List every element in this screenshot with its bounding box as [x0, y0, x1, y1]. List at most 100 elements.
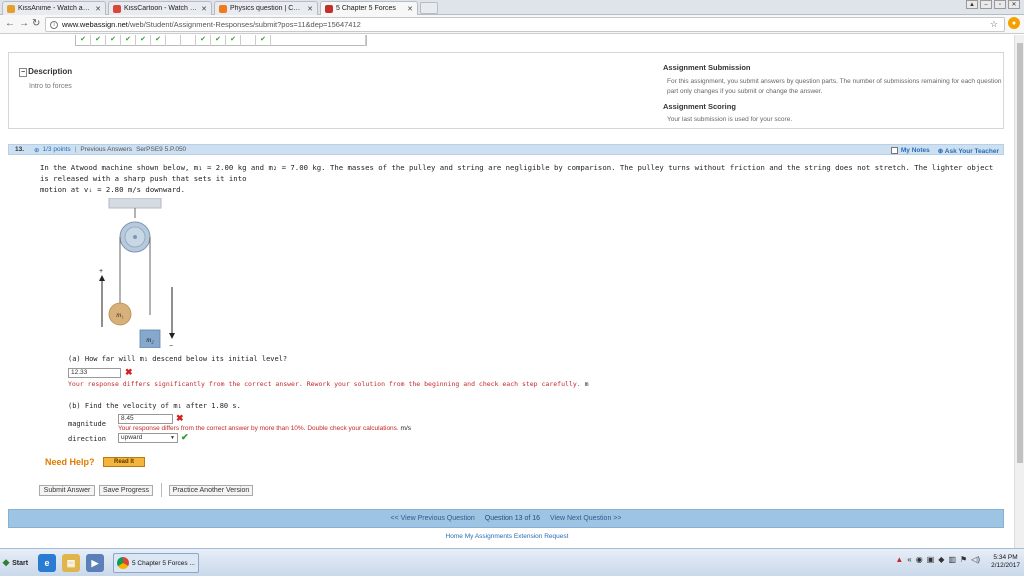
- media-player-icon[interactable]: ▶: [86, 554, 104, 572]
- chrome-tray-icon[interactable]: ◉: [916, 555, 923, 564]
- collapse-icon[interactable]: −: [19, 68, 28, 77]
- footer-links[interactable]: Home My Assignments Extension Request: [0, 533, 1014, 540]
- status-cell[interactable]: [181, 35, 196, 46]
- maximize-icon[interactable]: ▫: [994, 0, 1006, 9]
- start-button[interactable]: ❖ Start: [2, 555, 28, 571]
- practice-another-version-button[interactable]: Practice Another Version: [169, 485, 253, 496]
- part-b-feedback: Your response differs from the correct a…: [118, 425, 411, 432]
- direction-select[interactable]: upward ▼: [118, 433, 178, 443]
- check-icon[interactable]: ✔: [106, 35, 121, 46]
- incorrect-icon: ✖: [176, 413, 184, 423]
- correct-check-icon: ✔: [181, 432, 189, 442]
- browser-tab-bar: KissAnime - Watch anim ✕ KissCartoon - W…: [0, 0, 1024, 15]
- question-status-grid: ✔ ✔ ✔ ✔ ✔ ✔ ✔ ✔ ✔ ✔: [75, 35, 367, 46]
- question-position: Question 13 of 16: [484, 515, 541, 522]
- check-icon[interactable]: ✔: [256, 35, 271, 46]
- check-icon[interactable]: ✔: [226, 35, 241, 46]
- expand-icon[interactable]: ⊕: [34, 146, 39, 154]
- close-icon[interactable]: ✕: [95, 5, 101, 13]
- part-b-feedback-text: Your response differs from the correct a…: [118, 425, 399, 432]
- check-icon[interactable]: ✔: [151, 35, 166, 46]
- need-help-label: Need Help?: [45, 457, 95, 467]
- save-progress-button[interactable]: Save Progress: [99, 485, 153, 496]
- part-a-unit: m: [584, 380, 589, 388]
- chrome-icon: [117, 557, 129, 569]
- my-notes-button[interactable]: My Notes: [890, 146, 930, 154]
- magnitude-label: magnitude: [68, 420, 106, 428]
- part-a-prompt: (a) How far will m₁ descend below its in…: [68, 355, 288, 363]
- url-domain: www.webassign.net: [62, 20, 128, 29]
- adobe-icon[interactable]: ▲: [895, 555, 903, 564]
- problem-line-2: motion at vᵢ = 2.80 m/s downward.: [40, 185, 185, 194]
- reload-icon[interactable]: ↻: [32, 18, 40, 29]
- question-number: 13.: [15, 146, 25, 153]
- submit-answer-button[interactable]: Submit Answer: [39, 485, 95, 496]
- part-b-prompt: (b) Find the velocity of m₁ after 1.80 s…: [68, 402, 241, 410]
- scrollbar-thumb[interactable]: [1017, 43, 1023, 463]
- clock[interactable]: 5:34 PM 2/12/2017: [991, 554, 1020, 570]
- problem-text: In the Atwood machine shown below, m₁ = …: [40, 162, 1000, 195]
- previous-question-link[interactable]: << View Previous Question: [391, 515, 475, 522]
- internet-explorer-icon[interactable]: e: [38, 554, 56, 572]
- check-icon[interactable]: ✔: [76, 35, 91, 46]
- status-cell[interactable]: [166, 35, 181, 46]
- taskbar-chrome-window[interactable]: 5 Chapter 5 Forces ...: [113, 553, 199, 573]
- check-icon[interactable]: ✔: [91, 35, 106, 46]
- question-header: 13. ⊕ 1/3 points | Previous Answers SerP…: [8, 144, 1004, 155]
- check-icon[interactable]: ✔: [196, 35, 211, 46]
- app-tray-icon[interactable]: ▣: [927, 555, 935, 564]
- page-content: ✔ ✔ ✔ ✔ ✔ ✔ ✔ ✔ ✔ ✔ − Description Intro t…: [0, 35, 1014, 548]
- close-icon[interactable]: ✕: [307, 5, 313, 13]
- check-icon[interactable]: ✔: [121, 35, 136, 46]
- url-input[interactable]: i www.webassign.net/web/Student/Assignme…: [45, 17, 1005, 32]
- user-icon[interactable]: ▲: [966, 0, 978, 9]
- question-points[interactable]: 1/3 points: [43, 146, 71, 153]
- forward-arrow-icon[interactable]: →: [19, 18, 29, 29]
- previous-answers-link[interactable]: Previous Answers: [80, 146, 132, 153]
- back-arrow-icon[interactable]: ←: [5, 18, 15, 29]
- tab-chegg[interactable]: Physics question | Cheg ✕: [214, 1, 318, 15]
- status-cell[interactable]: [241, 35, 256, 46]
- part-b-magnitude-input[interactable]: 8.45: [118, 414, 173, 424]
- volume-icon[interactable]: ◁): [971, 555, 980, 564]
- minimize-icon[interactable]: –: [980, 0, 992, 9]
- chevron-icon[interactable]: «: [907, 555, 911, 564]
- close-icon[interactable]: ✕: [407, 5, 413, 13]
- shield-icon[interactable]: ◆: [938, 555, 944, 564]
- separator: |: [74, 146, 77, 153]
- part-a-answer-input[interactable]: 12.33: [68, 368, 121, 378]
- divider: [161, 483, 162, 497]
- new-tab-button[interactable]: [420, 2, 438, 14]
- tab-kisscartoon[interactable]: KissCartoon - Watch car ✕: [108, 1, 212, 15]
- extension-icon[interactable]: ●: [1008, 17, 1020, 29]
- read-it-button[interactable]: Read It: [103, 457, 145, 467]
- flag-icon[interactable]: ⚑: [960, 555, 967, 564]
- checkbox-icon[interactable]: [890, 146, 898, 154]
- tab-kissanime[interactable]: KissAnime - Watch anim ✕: [2, 1, 106, 15]
- next-question-link[interactable]: View Next Question >>: [550, 515, 621, 522]
- info-icon[interactable]: i: [50, 20, 58, 29]
- page-scrollbar[interactable]: [1014, 35, 1024, 548]
- ask-teacher-button[interactable]: ⊕ Ask Your Teacher: [938, 147, 999, 155]
- description-text: Intro to forces: [29, 83, 72, 90]
- description-heading[interactable]: − Description: [19, 67, 72, 77]
- check-icon[interactable]: ✔: [136, 35, 151, 46]
- network-icon[interactable]: ▥: [948, 555, 956, 564]
- bookmark-star-icon[interactable]: ☆: [990, 19, 998, 30]
- clock-time: 5:34 PM: [993, 554, 1018, 561]
- close-icon[interactable]: ✕: [201, 5, 207, 13]
- address-bar: ← → ↻ i www.webassign.net/web/Student/As…: [0, 15, 1024, 34]
- submission-text: For this assignment, you submit answers …: [667, 78, 1002, 95]
- taskbar: ❖ Start e ▤ ▶ 5 Chapter 5 Forces ... ▲ «…: [0, 548, 1024, 576]
- tab-title: KissAnime - Watch anim: [18, 5, 93, 12]
- chevron-down-icon: ▼: [170, 435, 175, 441]
- up-arrow-head: [99, 275, 105, 281]
- tab-webassign[interactable]: 5 Chapter 5 Forces ✕: [320, 1, 418, 15]
- minus-label: −: [169, 343, 173, 350]
- chegg-icon: [219, 4, 227, 13]
- tab-title: Physics question | Cheg: [230, 5, 305, 12]
- file-explorer-icon[interactable]: ▤: [62, 554, 80, 572]
- check-icon[interactable]: ✔: [211, 35, 226, 46]
- close-window-icon[interactable]: ✕: [1008, 0, 1020, 9]
- down-arrow-head: [169, 333, 175, 339]
